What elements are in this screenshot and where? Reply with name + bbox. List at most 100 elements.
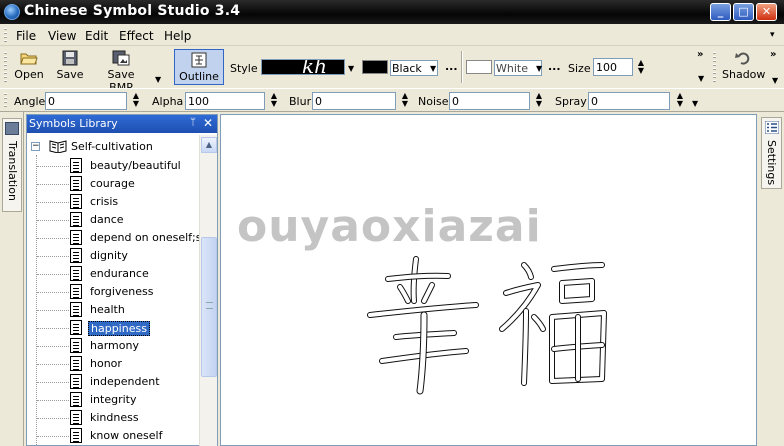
- tree-item[interactable]: dance: [27, 211, 199, 229]
- background-color-arrow-icon[interactable]: ▼: [536, 64, 542, 73]
- open-button[interactable]: Open: [14, 50, 44, 81]
- translation-tab[interactable]: Translation: [2, 118, 22, 212]
- menu-file[interactable]: File: [16, 29, 36, 43]
- translation-tab-label: Translation: [6, 141, 19, 201]
- text-color-swatch[interactable]: [362, 60, 388, 74]
- scrollbar-thumb[interactable]: [201, 237, 217, 377]
- toolbar-grip[interactable]: [4, 52, 7, 82]
- alpha-spinner[interactable]: ▲ ▼: [269, 92, 279, 108]
- symbols-tree: − Self-cultivation beauty/beautiful coura…: [27, 135, 199, 446]
- tree-item[interactable]: crisis: [27, 193, 199, 211]
- background-color-dropdown[interactable]: White: [494, 60, 542, 76]
- tree-item[interactable]: integrity: [27, 391, 199, 409]
- tree-item[interactable]: beauty/beautiful: [27, 157, 199, 175]
- tree-connector: [37, 238, 69, 239]
- outline-toggle-button[interactable]: Outline: [174, 49, 224, 85]
- tree-item-label: independent: [90, 375, 160, 388]
- noise-input[interactable]: 0: [449, 92, 530, 110]
- tree-connector: [37, 166, 69, 167]
- tree-item-label: dance: [90, 213, 124, 226]
- collapse-toggle-icon[interactable]: −: [31, 142, 40, 151]
- tree-item-label: health: [90, 303, 125, 316]
- text-color-more-button[interactable]: ...: [445, 60, 458, 73]
- tree-item[interactable]: kindness: [27, 409, 199, 427]
- shadow-toolbar-arrow-icon[interactable]: ▼: [772, 76, 778, 85]
- shadow-toolbar-overflow-icon[interactable]: »: [770, 49, 776, 60]
- angle-label: Angle: [14, 95, 46, 108]
- size-input[interactable]: 100: [593, 58, 633, 76]
- save-bmp-icon: [112, 50, 130, 66]
- tree-item[interactable]: happiness: [27, 319, 199, 337]
- shadow-undo-icon: [735, 52, 750, 65]
- menu-view[interactable]: View: [48, 29, 76, 43]
- tree-item[interactable]: harmony: [27, 337, 199, 355]
- tree-item-label: harmony: [90, 339, 139, 352]
- tree-item[interactable]: forgiveness: [27, 283, 199, 301]
- spray-input[interactable]: 0: [588, 92, 670, 110]
- open-label: Open: [14, 68, 44, 81]
- tree-item[interactable]: independent: [27, 373, 199, 391]
- tree-connector: [37, 436, 69, 437]
- menubar-grip[interactable]: [4, 28, 7, 43]
- effects-grip[interactable]: [4, 93, 7, 109]
- style-dropdown[interactable]: kh: [261, 59, 345, 75]
- tree-item[interactable]: endurance: [27, 265, 199, 283]
- toolbar-overflow-arrow-icon[interactable]: ▼: [698, 74, 704, 83]
- alpha-label: Alpha: [152, 95, 184, 108]
- effects-overflow-arrow-icon[interactable]: ▼: [692, 99, 698, 108]
- maximize-button[interactable]: □: [733, 3, 754, 21]
- blur-spinner[interactable]: ▲ ▼: [400, 92, 410, 108]
- document-icon: [70, 320, 82, 335]
- text-color-arrow-icon[interactable]: ▼: [430, 64, 436, 73]
- shadow-button[interactable]: Shadow: [722, 50, 766, 81]
- tree-item[interactable]: dignity: [27, 247, 199, 265]
- symbols-library-header[interactable]: Symbols Library ᛘ ✕: [27, 115, 217, 133]
- close-button[interactable]: ✕: [756, 3, 777, 21]
- spray-spinner[interactable]: ▲ ▼: [675, 92, 685, 108]
- settings-list-icon: [765, 121, 779, 134]
- menubar-overflow-chevron-icon[interactable]: ▾: [770, 30, 775, 40]
- panel-close-icon[interactable]: ✕: [203, 116, 213, 130]
- size-spinner[interactable]: ▲ ▼: [636, 59, 646, 75]
- save-label: Save: [56, 68, 84, 81]
- document-icon: [70, 284, 82, 299]
- symbol-canvas[interactable]: ouyaoxiazai: [220, 114, 757, 446]
- document-icon: [70, 356, 82, 371]
- angle-input[interactable]: 0: [45, 92, 127, 110]
- tree-item[interactable]: depend on oneself;sta: [27, 229, 199, 247]
- angle-spinner[interactable]: ▲ ▼: [131, 92, 141, 108]
- shadow-label: Shadow: [722, 68, 766, 81]
- tree-connector: [37, 310, 69, 311]
- outline-label: Outline: [179, 70, 219, 83]
- document-icon: [70, 374, 82, 389]
- menu-help[interactable]: Help: [164, 29, 191, 43]
- blur-label: Blur: [289, 95, 312, 108]
- toolbar-overflow-icon[interactable]: »: [697, 49, 703, 60]
- alpha-input[interactable]: 100: [185, 92, 265, 110]
- style-dropdown-arrow-icon[interactable]: ▼: [348, 64, 354, 73]
- tree-item[interactable]: health: [27, 301, 199, 319]
- minimize-button[interactable]: _: [710, 3, 731, 21]
- settings-tab[interactable]: Settings: [761, 117, 782, 189]
- pin-icon[interactable]: ᛘ: [190, 117, 196, 128]
- tree-item[interactable]: honor: [27, 355, 199, 373]
- noise-spinner[interactable]: ▲ ▼: [534, 92, 544, 108]
- scroll-up-arrow-icon[interactable]: ▲: [201, 137, 217, 153]
- save-button[interactable]: Save: [56, 50, 84, 81]
- open-folder-icon: [20, 53, 38, 65]
- menu-edit[interactable]: Edit: [85, 29, 108, 43]
- menu-effect[interactable]: Effect: [119, 29, 154, 43]
- tree-connector: [37, 256, 69, 257]
- background-color-more-button[interactable]: ...: [548, 60, 561, 73]
- save-bmp-dropdown-icon[interactable]: ▼: [155, 75, 161, 84]
- tree-item-label: kindness: [90, 411, 139, 424]
- library-scrollbar[interactable]: ▲: [199, 135, 217, 446]
- shadow-toolbar-grip[interactable]: [713, 52, 716, 82]
- title-bar[interactable]: Chinese Symbol Studio 3.4 _ □ ✕: [0, 0, 784, 24]
- translation-icon: [5, 122, 19, 135]
- tree-item[interactable]: know oneself: [27, 427, 199, 445]
- background-color-swatch[interactable]: [466, 60, 492, 74]
- tree-item[interactable]: courage: [27, 175, 199, 193]
- calligraphy-artwork: [367, 256, 607, 395]
- blur-input[interactable]: 0: [312, 92, 396, 110]
